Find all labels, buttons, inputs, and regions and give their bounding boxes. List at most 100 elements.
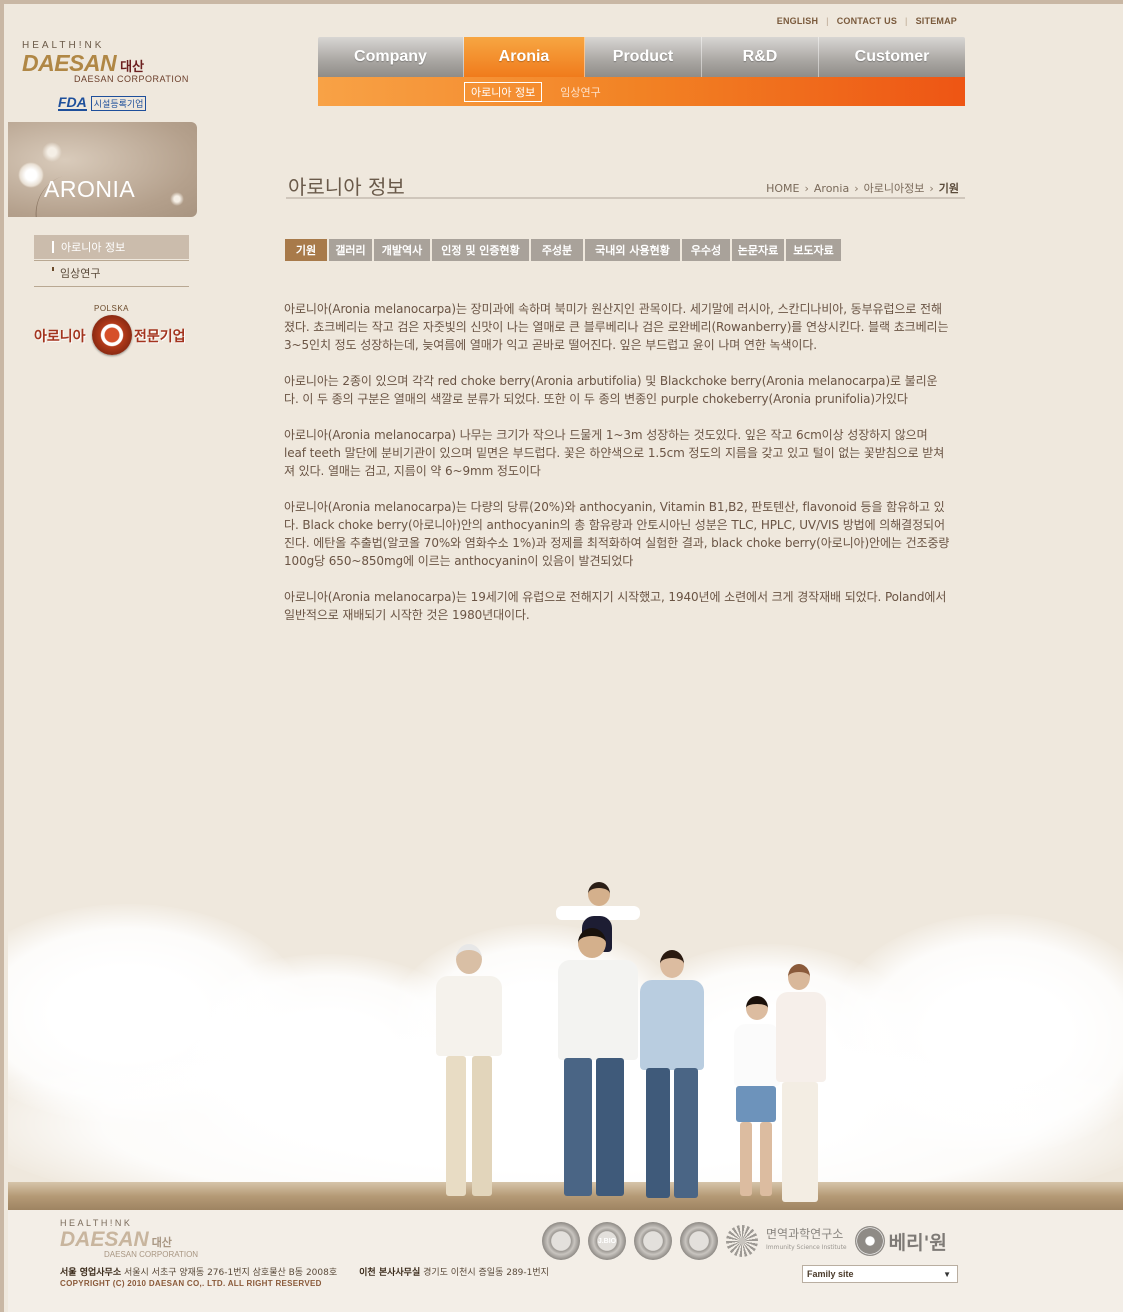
footer: HEALTH!NK DAESAN 대산 DAESAN CORPORATION 서… [8, 1210, 1123, 1312]
breadcrumb: HOME › Aronia › 아로니아정보 › 기원 [766, 180, 959, 196]
breadcrumb-current: 기원 [938, 182, 959, 195]
title-divider [286, 197, 965, 199]
person-father-child [548, 882, 648, 1202]
content-paragraph: 아로니아(Aronia melanocarpa)는 장미과에 속하며 북미가 원… [284, 302, 949, 352]
office-seoul-label: 서울 영업사무소 [60, 1268, 122, 1278]
separator: | [905, 16, 908, 26]
certification-seal-icon[interactable] [680, 1222, 718, 1260]
tab-gallery[interactable]: 갤러리 [329, 239, 372, 261]
office-seoul-address: 서울시 서초구 양재동 276-1번지 삼호물산 B동 2008호 [123, 1268, 338, 1278]
left-menu-aronia-info[interactable]: 아로니아 정보 [34, 235, 189, 259]
left-menu-clinical[interactable]: 임상연구 [34, 261, 189, 285]
badge-left: 아로니아 [34, 329, 86, 345]
logo-brand-ko: 대산 [120, 60, 145, 75]
subnav-clinical[interactable]: 임상연구 [554, 83, 606, 101]
nav-product[interactable]: Product [585, 37, 702, 77]
left-menu: 아로니아 정보 임상연구 [34, 235, 189, 287]
dandelion-icon [18, 162, 44, 188]
content-paragraph: 아로니아(Aronia melanocarpa)는 19세기에 유럽으로 전해지… [284, 590, 947, 622]
content-paragraph: 아로니아(Aronia melanocarpa)는 다량의 당류(20%)와 a… [284, 500, 950, 568]
contact-us-link[interactable]: CONTACT US [837, 16, 897, 26]
footer-brand-ko: 대산 [151, 1236, 172, 1249]
subnav-aronia-info[interactable]: 아로니아 정보 [464, 81, 543, 102]
tab-usage[interactable]: 국내외 사용현황 [585, 239, 680, 261]
berry-one-text: 베리'원 [888, 1231, 947, 1254]
section-banner: ARONIA [8, 122, 197, 217]
person-grandmother [768, 964, 832, 1204]
footer-brand: DAESAN 대산 [60, 1228, 198, 1252]
tab-certification[interactable]: 인정 및 인증현황 [432, 239, 529, 261]
nav-company[interactable]: Company [318, 37, 464, 77]
fda-label: 시설등록기업 [90, 95, 147, 111]
copyright: COPYRIGHT (C) 2010 DAESAN CO,. LTD. ALL … [60, 1279, 322, 1288]
tab-origin[interactable]: 기원 [285, 239, 327, 261]
institute-name-en: Immunity Science Institute [766, 1244, 847, 1251]
chevron-right-icon: › [929, 181, 934, 195]
certification-seal-icon[interactable] [542, 1222, 580, 1260]
sub-nav: 아로니아 정보 임상연구 [318, 77, 965, 106]
main-nav: Company Aronia Product R&D Customer [318, 37, 965, 77]
footer-corp: DAESAN CORPORATION [104, 1250, 199, 1259]
separator: | [826, 16, 829, 26]
fda-logo: FDA [58, 94, 87, 111]
seal-icon [92, 315, 132, 355]
berry-one-logo[interactable]: 베리'원 [854, 1226, 947, 1256]
logo-brand: DAESAN 대산 [22, 50, 192, 77]
family-hero-image [8, 864, 1123, 1210]
dandelion-icon [42, 142, 62, 162]
english-link[interactable]: ENGLISH [777, 16, 818, 26]
person-mother [634, 950, 714, 1206]
sitemap-link[interactable]: SITEMAP [916, 16, 957, 26]
chevron-right-icon: › [804, 181, 809, 195]
jbio-certification-icon[interactable]: J.BIO [588, 1222, 626, 1260]
divider [34, 286, 189, 287]
logo-brand-text: DAESAN [22, 50, 117, 76]
tab-history[interactable]: 개발역사 [374, 239, 430, 261]
office-seoul: 서울 영업사무소 서울시 서초구 양재동 276-1번지 삼호물산 B동 200… [60, 1265, 337, 1278]
section-title: ARONIA [44, 176, 136, 202]
berry-one-icon [854, 1226, 885, 1256]
nav-customer[interactable]: Customer [819, 37, 965, 77]
left-menu-label: 아로니아 정보 [61, 241, 126, 254]
institute-logo[interactable]: 면역과학연구소 Immunity Science Institute [766, 1228, 847, 1254]
content-body: 아로니아(Aronia melanocarpa)는 장미과에 속하며 북미가 원… [284, 300, 952, 642]
content-paragraph: 아로니아는 2종이 있으며 각각 red choke berry(Aronia … [284, 374, 938, 406]
logo-corp: DAESAN CORPORATION [74, 74, 189, 84]
certification-seal-icon[interactable] [634, 1222, 672, 1260]
footer-addresses: 서울 영업사무소 서울시 서초구 양재동 276-1번지 삼호물산 B동 200… [60, 1265, 549, 1278]
breadcrumb-info[interactable]: 아로니아정보 [864, 180, 925, 196]
family-site-select[interactable]: Family site ▼ [802, 1265, 958, 1283]
breadcrumb-aronia[interactable]: Aronia [814, 182, 849, 195]
tab-press[interactable]: 보도자료 [786, 239, 841, 261]
office-icheon-label: 이천 본사사무실 [359, 1268, 421, 1278]
office-icheon-address: 경기도 이천시 증일동 289-1번지 [423, 1268, 549, 1278]
footer-brand-text: DAESAN [60, 1228, 149, 1251]
certification-logos: J.BIO 면역과학연구소 Immunity Science Institute… [542, 1222, 947, 1260]
footer-logo: HEALTH!NK DAESAN 대산 DAESAN CORPORATION [60, 1218, 198, 1259]
content-paragraph: 아로니아(Aronia melanocarpa) 나무는 크기가 작으나 드물게… [284, 428, 945, 478]
nav-aronia[interactable]: Aronia [464, 37, 585, 77]
badge-top: POLSKA [94, 304, 130, 313]
page-frame: ENGLISH | CONTACT US | SITEMAP HEALTH!NK… [0, 0, 1123, 1312]
tab-papers[interactable]: 논문자료 [732, 239, 784, 261]
chevron-right-icon: › [854, 181, 859, 195]
fda-badge: FDA 시설등록기업 [58, 94, 147, 111]
person-grandfather [428, 944, 508, 1204]
breadcrumb-home[interactable]: HOME [766, 182, 799, 195]
left-menu-label: 임상연구 [60, 267, 101, 280]
aronia-specialist-badge[interactable]: POLSKA 아로니아 전문기업 [34, 304, 190, 360]
institute-name: 면역과학연구소 [766, 1227, 844, 1241]
content-tabs: 기원 갤러리 개발역사 인정 및 인증현황 주성분 국내외 사용현황 우수성 논… [285, 239, 841, 261]
footer-logo-tagline: HEALTH!NK [60, 1218, 133, 1228]
office-icheon: 이천 본사사무실 경기도 이천시 증일동 289-1번지 [359, 1265, 549, 1278]
dandelion-icon [170, 192, 184, 206]
tab-ingredients[interactable]: 주성분 [531, 239, 583, 261]
nav-rnd[interactable]: R&D [702, 37, 819, 77]
chevron-down-icon: ▼ [943, 1269, 951, 1279]
family-site-label: Family site [807, 1269, 854, 1279]
bullet-icon [52, 267, 54, 271]
institute-sun-icon [726, 1225, 758, 1257]
utility-links: ENGLISH | CONTACT US | SITEMAP [777, 16, 957, 26]
tab-excellence[interactable]: 우수성 [682, 239, 730, 261]
badge-right: 전문기업 [134, 329, 186, 345]
